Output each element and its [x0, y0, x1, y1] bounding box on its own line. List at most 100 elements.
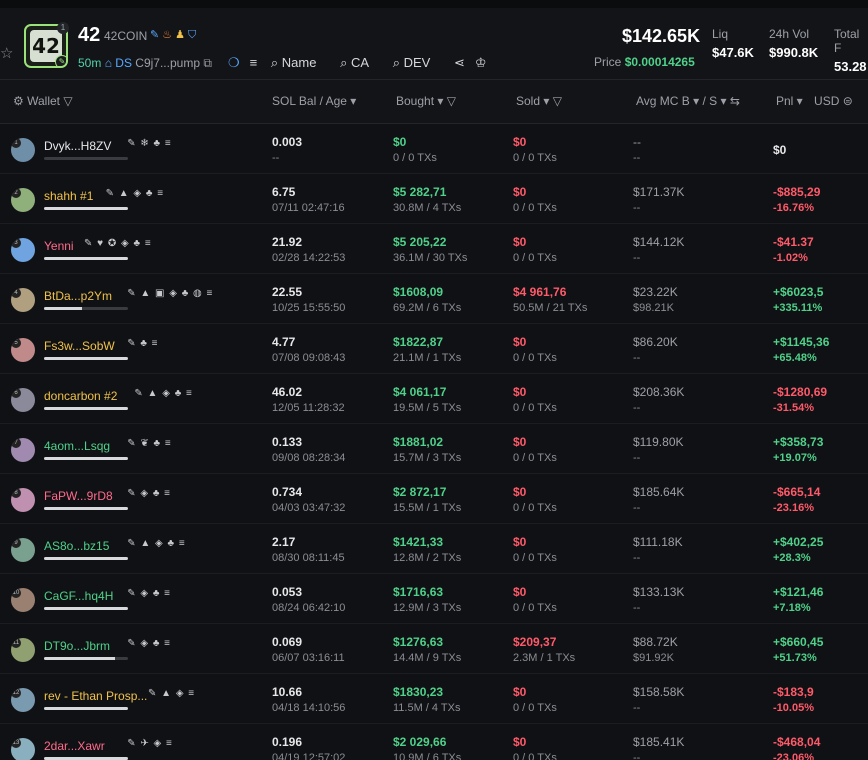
- table-row[interactable]: 7 4aom...Lsqg ✎ ❦ ♣ ≡ 0.133 09/08 08:28:34 $1…: [0, 424, 868, 474]
- bought-column-header[interactable]: Bought ▾ ▽: [396, 94, 456, 108]
- wallet-avatar[interactable]: 6: [11, 388, 35, 412]
- pnl-percent: -1.02%: [773, 252, 808, 264]
- sold-amount: $0: [513, 235, 527, 249]
- filter-icon[interactable]: ▽: [63, 94, 72, 108]
- table-row[interactable]: 1 Dvyk...H8ZV ✎ ❄ ♣ ≡ 0.003 -- $0 0 / 0 TXs $0 0…: [0, 124, 868, 174]
- filter-icon[interactable]: ▽: [553, 94, 562, 108]
- table-row[interactable]: 8 FaPW...9rD8 ✎ ◈ ♣ ≡ 0.734 04/03 03:47:32 $2…: [0, 474, 868, 524]
- table-row[interactable]: 9 AS8o...bz15 ✎ ▲ ◈ ♣ ≡ 2.17 08/30 08:11:45 $…: [0, 524, 868, 574]
- avg-mc-bought: $86.20K: [633, 335, 678, 349]
- list-icon[interactable]: ≡: [250, 55, 258, 70]
- search-name-button[interactable]: ⌕ Name: [271, 55, 327, 70]
- bundle-icon[interactable]: ❍: [228, 55, 240, 70]
- table-row[interactable]: 6 doncarbon #2 ✎ ▲ ◈ ♣ ≡ 46.02 12/05 11:28:3…: [0, 374, 868, 424]
- ds-link[interactable]: DS: [115, 56, 132, 70]
- wallet-name[interactable]: doncarbon #2: [44, 389, 117, 403]
- wallet-avatar[interactable]: 1: [11, 138, 35, 162]
- wallet-name[interactable]: CaGF...hq4H: [44, 589, 113, 603]
- wallet-avatar[interactable]: 13: [11, 738, 35, 760]
- search-dev-button[interactable]: ⌕ DEV: [393, 55, 441, 70]
- bought-amount: $1830,23: [393, 685, 444, 699]
- table-row[interactable]: 13 2dar...Xawr ✎ ✈ ◈ ≡ 0.196 04/19 12:57:02 $…: [0, 724, 868, 760]
- wallet-avatar[interactable]: 7: [11, 438, 35, 462]
- wallet-tag-icons[interactable]: ✎ ♥ ✪ ◈ ♣ ≡: [84, 238, 152, 249]
- wallet-avatar[interactable]: 2: [11, 188, 35, 212]
- wallet-tag-icons[interactable]: ✎ ▲ ◈ ♣ ≡: [106, 188, 164, 199]
- wallet-age: 07/11 02:47:16: [272, 202, 345, 214]
- wallet-tag-icons[interactable]: ✎ ▲ ▣ ◈ ♣ ◍ ≡: [127, 288, 213, 299]
- pnl-amount: +$121,46: [773, 585, 824, 599]
- copy-icon[interactable]: ⧉: [203, 56, 212, 70]
- swap-icon[interactable]: ⇆: [730, 94, 740, 108]
- avg-mc-sold: --: [633, 202, 641, 214]
- search-ca-button[interactable]: ⌕ CA: [340, 55, 379, 70]
- bought-txs: 12.8M / 2 TXs: [393, 552, 462, 564]
- wallet-name[interactable]: Yenni: [44, 239, 74, 253]
- wallet-name[interactable]: BtDa...p2Ym: [44, 289, 112, 303]
- wallet-tag-icons[interactable]: ✎ ◈ ♣ ≡: [127, 588, 171, 599]
- wallet-name[interactable]: shahh #1: [44, 189, 93, 203]
- sol-column-header[interactable]: SOL Bal / Age ▾: [272, 94, 356, 108]
- table-row[interactable]: 12 rev - Ethan Prosp... ✎ ▲ ◈ ≡ 10.66 04/18 …: [0, 674, 868, 724]
- crown-icon[interactable]: ♔: [475, 55, 487, 70]
- home-icon[interactable]: ⌂: [105, 56, 116, 70]
- filter-icon[interactable]: ▽: [447, 94, 456, 108]
- wallet-tag-icons[interactable]: ✎ ▲ ◈ ≡: [148, 688, 195, 699]
- sold-header-label: Sold: [516, 94, 541, 108]
- pnl-column-header[interactable]: Pnl ▾ USD ⊜: [776, 94, 853, 108]
- wallet-tag-icons[interactable]: ✎ ❄ ♣ ≡: [127, 138, 172, 149]
- avg-mc-sold: --: [633, 752, 641, 760]
- wallet-tag-icons[interactable]: ✎ ▲ ◈ ♣ ≡: [127, 538, 185, 549]
- sold-txs: 0 / 0 TXs: [513, 502, 557, 514]
- wallet-avatar[interactable]: 3: [11, 238, 35, 262]
- wallet-tag-icons[interactable]: ✎ ♣ ≡: [127, 338, 158, 349]
- favorite-star-icon[interactable]: ☆: [0, 44, 13, 62]
- wallet-column-header[interactable]: ⚙ Wallet ▽: [13, 94, 73, 108]
- wallet-name[interactable]: DT9o...Jbrm: [44, 639, 110, 653]
- sold-amount: $209,37: [513, 635, 557, 649]
- currency-toggle-icon[interactable]: ⊜: [843, 94, 853, 108]
- sol-balance: 0.003: [272, 135, 303, 149]
- wallet-avatar[interactable]: 4: [11, 288, 35, 312]
- wallet-age: 08/30 08:11:45: [272, 552, 345, 564]
- table-row[interactable]: 10 CaGF...hq4H ✎ ◈ ♣ ≡ 0.053 08/24 06:42:10 $…: [0, 574, 868, 624]
- wallet-name[interactable]: AS8o...bz15: [44, 539, 109, 553]
- table-row[interactable]: 11 DT9o...Jbrm ✎ ◈ ♣ ≡ 0.069 06/07 03:16:11 $…: [0, 624, 868, 674]
- pnl-amount: -$468,04: [773, 735, 821, 749]
- pnl-percent: +65.48%: [773, 352, 817, 364]
- wallet-tag-icons[interactable]: ✎ ◈ ♣ ≡: [127, 638, 171, 649]
- wallet-tag-icons[interactable]: ✎ ✈ ◈ ≡: [127, 738, 173, 749]
- wallet-avatar[interactable]: 5: [11, 338, 35, 362]
- wallet-rank: 4: [11, 288, 21, 298]
- sold-txs: 0 / 0 TXs: [513, 352, 557, 364]
- sort-icon[interactable]: ▾: [350, 94, 356, 108]
- table-row[interactable]: 4 BtDa...p2Ym ✎ ▲ ▣ ◈ ♣ ◍ ≡ 22.55 10/25 15:5…: [0, 274, 868, 324]
- price-label: Price: [594, 55, 622, 69]
- wallet-name[interactable]: rev - Ethan Prosp...: [44, 689, 147, 703]
- sold-column-header[interactable]: Sold ▾ ▽: [516, 94, 562, 108]
- wallet-avatar[interactable]: 12: [11, 688, 35, 712]
- share-icon[interactable]: ⋖: [454, 55, 465, 70]
- wallet-name[interactable]: FaPW...9rD8: [44, 489, 113, 503]
- token-address[interactable]: C9j7...pump: [135, 56, 200, 70]
- wallet-avatar[interactable]: 10: [11, 588, 35, 612]
- wallet-name[interactable]: 2dar...Xawr: [44, 739, 105, 753]
- wallet-name[interactable]: Dvyk...H8ZV: [44, 139, 111, 153]
- wallet-avatar[interactable]: 9: [11, 538, 35, 562]
- wallet-avatar[interactable]: 8: [11, 488, 35, 512]
- wallet-name[interactable]: 4aom...Lsqg: [44, 439, 110, 453]
- wallet-tag-icons[interactable]: ✎ ◈ ♣ ≡: [127, 488, 171, 499]
- token-social-icons: ✎♨♟⛉: [150, 28, 199, 42]
- table-row[interactable]: 2 shahh #1 ✎ ▲ ◈ ♣ ≡ 6.75 07/11 02:47:16 $5 2…: [0, 174, 868, 224]
- bought-amount: $2 029,66: [393, 735, 447, 749]
- wallet-tag-icons[interactable]: ✎ ▲ ◈ ♣ ≡: [134, 388, 192, 399]
- wallet-avatar[interactable]: 11: [11, 638, 35, 662]
- table-row[interactable]: 3 Yenni ✎ ♥ ✪ ◈ ♣ ≡ 21.92 02/28 14:22:53 $5 2…: [0, 224, 868, 274]
- avg-mc-column-header[interactable]: Avg MC B ▾ / S ▾ ⇆: [636, 94, 740, 108]
- wallet-name[interactable]: Fs3w...SobW: [44, 339, 115, 353]
- edit-icon[interactable]: ✎: [150, 29, 162, 41]
- edit-logo-icon[interactable]: ✎: [55, 55, 66, 66]
- wallet-tag-icons[interactable]: ✎ ❦ ♣ ≡: [127, 438, 172, 449]
- bought-amount: $1276,63: [393, 635, 444, 649]
- table-row[interactable]: 5 Fs3w...SobW ✎ ♣ ≡ 4.77 07/08 09:08:43 $1822…: [0, 324, 868, 374]
